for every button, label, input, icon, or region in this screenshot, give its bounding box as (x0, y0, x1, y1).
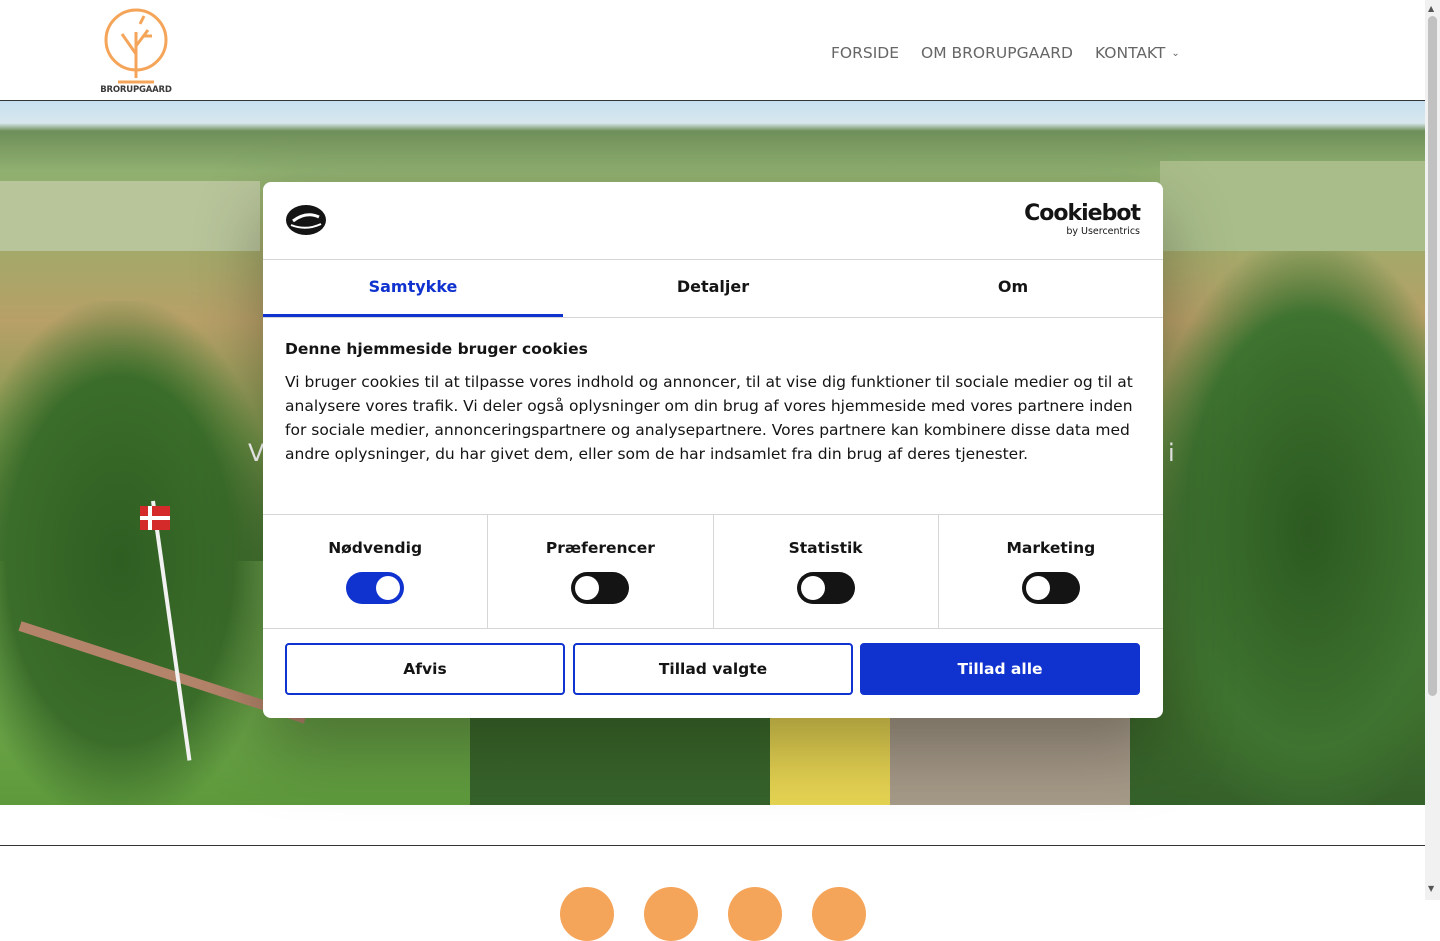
dialog-header: Cookiebot by Usercentrics (263, 182, 1163, 260)
hero-heading-fragment: i (1168, 439, 1175, 467)
tree-logo-icon (104, 8, 168, 84)
scroll-down-arrow-icon[interactable]: ▼ (1428, 884, 1434, 893)
marketing-toggle[interactable] (1021, 572, 1080, 604)
toggle-label: Statistik (788, 539, 863, 557)
hero-house (770, 711, 890, 805)
feature-circle-icon[interactable] (812, 887, 866, 941)
consent-toggles: Nødvendig Præferencer Statistik Marketin… (263, 514, 1163, 629)
toggle-label: Præferencer (545, 539, 655, 557)
toggle-label: Marketing (1006, 539, 1096, 557)
nav-item-label: FORSIDE (831, 44, 900, 62)
nav-item-label: KONTAKT (1094, 44, 1166, 62)
tab-detaljer[interactable]: Detaljer (563, 260, 863, 317)
toggle-cell-nodvendig: Nødvendig (263, 515, 489, 628)
allow-all-button[interactable]: Tillad alle (860, 643, 1140, 695)
nav-item-om-brorupgaard[interactable]: OM BRORUPGAARD (921, 44, 1073, 62)
preferences-toggle[interactable] (571, 572, 630, 604)
toggle-cell-marketing: Marketing (939, 515, 1163, 628)
hero-heading-fragment: V (248, 439, 265, 467)
brorupgaard-logo[interactable]: BRORUPGAARD (100, 2, 172, 98)
allow-selected-button[interactable]: Tillad valgte (573, 643, 853, 695)
toggle-cell-praeferencer: Præferencer (488, 515, 714, 628)
tab-samtykke[interactable]: Samtykke (263, 260, 563, 317)
brand-sub: by Usercentrics (1066, 226, 1140, 237)
hero-trees (1150, 251, 1425, 805)
nav-item-forside[interactable]: FORSIDE (831, 44, 899, 62)
dialog-tabs: Samtykke Detaljer Om (263, 260, 1163, 318)
cookiebot-brand[interactable]: Cookiebot by Usercentrics (1024, 201, 1141, 238)
hero-field (0, 181, 260, 251)
feature-circle-icon[interactable] (560, 887, 614, 941)
toggle-cell-statistik: Statistik (714, 515, 939, 628)
deny-button[interactable]: Afvis (285, 643, 565, 695)
dialog-title: Denne hjemmeside bruger cookies (285, 340, 588, 358)
scrollbar-thumb[interactable] (1428, 16, 1437, 696)
cookiebot-logo-icon (285, 204, 327, 240)
toggle-knob (1025, 576, 1050, 600)
toggle-knob (575, 576, 600, 600)
feature-circle-icon[interactable] (644, 887, 698, 941)
site-header: BRORUPGAARD FORSIDE OM BRORUPGAARD KONTA… (0, 0, 1425, 101)
tab-om[interactable]: Om (863, 260, 1163, 317)
icon-circle-row (560, 887, 896, 941)
hero-field (1160, 161, 1425, 251)
nav-item-label: OM BRORUPGAARD (921, 44, 1073, 62)
danish-flag-icon (140, 506, 170, 530)
scroll-up-arrow-icon[interactable]: ▲ (1428, 4, 1434, 13)
dialog-body-text: Vi bruger cookies til at tilpasse vores … (285, 373, 1133, 463)
toggle-label: Nødvendig (328, 539, 423, 557)
section-divider (0, 845, 1425, 846)
chevron-down-icon: ⌄ (1171, 47, 1180, 59)
statistics-toggle[interactable] (796, 572, 855, 604)
logo-text: BRORUPGAARD (100, 85, 172, 95)
nav-item-kontakt[interactable]: KONTAKT ⌄ (1095, 44, 1180, 62)
hero-trees (0, 301, 280, 805)
main-nav: FORSIDE OM BRORUPGAARD KONTAKT ⌄ (831, 44, 1202, 62)
necessary-toggle[interactable] (346, 572, 405, 604)
brand-name: Cookiebot (1024, 201, 1141, 226)
toggle-knob (376, 576, 401, 600)
feature-circle-icon[interactable] (728, 887, 782, 941)
cookie-consent-dialog: Cookiebot by Usercentrics Samtykke Detal… (263, 182, 1163, 718)
toggle-knob (800, 576, 825, 600)
